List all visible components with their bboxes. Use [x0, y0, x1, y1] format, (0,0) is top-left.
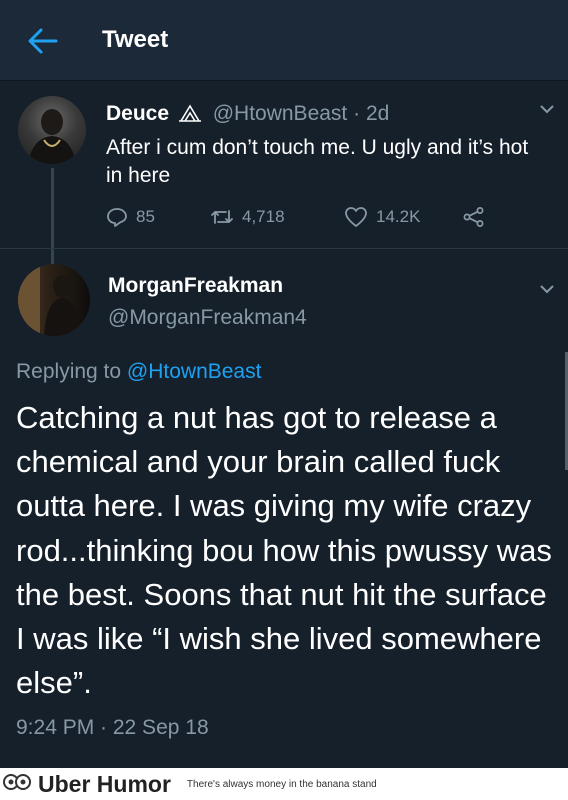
thread-line — [51, 168, 54, 264]
retweet-icon — [211, 210, 233, 224]
tweet2-author-name[interactable]: MorganFreakman — [108, 274, 283, 298]
watermark-banner: Uber Humor There's always money in the b… — [0, 768, 568, 800]
like-icon — [345, 207, 367, 227]
tweet1-author-line: Deuce @HtownBeast · 2d — [106, 102, 389, 129]
avatar-morganfreakman[interactable] — [18, 264, 90, 336]
tweet-divider — [0, 248, 568, 249]
back-arrow-icon[interactable] — [26, 26, 58, 56]
page-title: Tweet — [102, 26, 169, 53]
retweet-count: 4,718 — [242, 207, 285, 226]
chevron-down-icon[interactable] — [538, 102, 556, 114]
avatar-deuce[interactable] — [18, 96, 86, 164]
like-count: 14.2K — [376, 207, 421, 226]
tweet2-text: Catching a nut has got to release a chem… — [16, 400, 552, 701]
tweet2-handle[interactable]: @MorganFreakman4 — [108, 306, 307, 330]
top-bar: Tweet — [0, 0, 568, 81]
owl-icon — [177, 103, 203, 129]
tweet1-handle[interactable]: @HtownBeast — [213, 102, 348, 125]
retweet-button[interactable]: 4,718 — [210, 206, 285, 228]
tweet1-text: After i cum don’t touch me. U ugly and i… — [106, 136, 529, 187]
tweet-screen: Tweet Deuce @HtownBeast · 2d After i cum… — [0, 0, 568, 800]
replying-to-label: Replying to — [16, 360, 122, 383]
reply-icon — [107, 208, 127, 227]
tweet1-author-name[interactable]: Deuce — [106, 102, 169, 125]
replying-to: Replying to @HtownBeast — [16, 360, 261, 384]
like-button[interactable]: 14.2K — [344, 206, 420, 228]
replying-to-handle-link[interactable]: @HtownBeast — [127, 360, 262, 383]
tweet1-actions: 85 4,718 14.2K — [106, 206, 506, 234]
watermark-brand: Uber Humor — [38, 770, 171, 797]
tweet2-timestamp: 9:24 PM · 22 Sep 18 — [16, 716, 209, 739]
chevron-down-icon[interactable] — [538, 282, 556, 294]
owl-logo-icon — [2, 770, 32, 799]
share-button[interactable] — [462, 206, 486, 228]
watermark-tagline: There's always money in the banana stand — [186, 778, 377, 790]
share-icon — [463, 207, 484, 227]
tweet1-age: 2d — [365, 102, 390, 125]
meta-separator: · — [353, 102, 361, 125]
reply-button[interactable]: 85 — [106, 206, 155, 228]
reply-count: 85 — [136, 207, 155, 226]
